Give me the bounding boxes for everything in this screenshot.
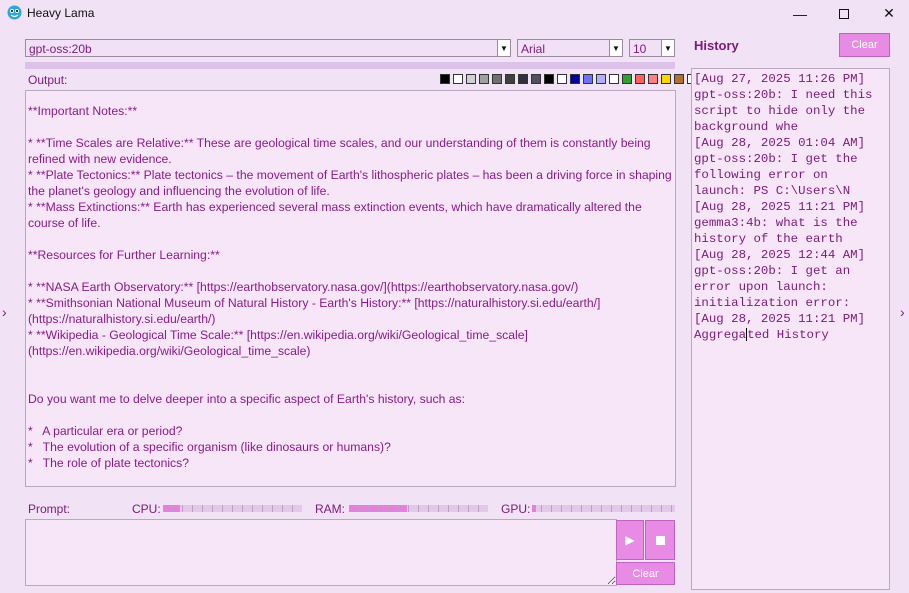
color-swatch[interactable] <box>531 74 541 84</box>
cpu-meter <box>163 505 302 512</box>
color-swatch[interactable] <box>466 74 476 84</box>
send-button[interactable]: ▶ <box>616 520 644 560</box>
history-last-part-b: ted History <box>747 328 829 342</box>
minimize-icon: — <box>793 5 807 22</box>
chevron-down-icon[interactable]: ▼ <box>661 40 674 56</box>
clear-history-button[interactable]: Clear <box>839 33 890 57</box>
color-swatch[interactable] <box>583 74 593 84</box>
color-swatch[interactable] <box>570 74 580 84</box>
cpu-meter-ticks <box>163 505 302 512</box>
history-item-line[interactable]: launch: PS C:\Users\N <box>694 183 887 199</box>
history-last-part-a: Aggrega <box>694 328 747 342</box>
font-select-value: Arial <box>521 42 546 56</box>
cpu-label: CPU: <box>132 502 161 516</box>
close-button[interactable]: ✕ <box>866 0 909 27</box>
gpu-meter-ticks <box>532 505 675 512</box>
color-swatch[interactable] <box>635 74 645 84</box>
output-text-area[interactable]: **Important Notes:** * **Time Scales are… <box>25 90 676 487</box>
history-item-line[interactable]: [Aug 27, 2025 11:26 PM] <box>694 71 887 87</box>
history-item-line[interactable]: [Aug 28, 2025 11:21 PM] <box>694 311 887 327</box>
history-item-line[interactable]: initialization error: <box>694 295 887 311</box>
history-item-line[interactable]: gemma3:4b: what is the <box>694 215 887 231</box>
color-swatch[interactable] <box>596 74 606 84</box>
ram-label: RAM: <box>315 502 345 516</box>
history-item-line[interactable]: error upon launch: <box>694 279 887 295</box>
history-item-line[interactable]: following error on <box>694 167 887 183</box>
llama-icon <box>7 5 22 20</box>
history-item-line[interactable]: gpt-oss:20b: I get the <box>694 151 887 167</box>
progress-strip <box>25 62 675 69</box>
history-item-last[interactable]: Aggregated History <box>694 327 887 343</box>
color-swatch[interactable] <box>453 74 463 84</box>
font-size-select[interactable]: 10 ▼ <box>629 39 675 57</box>
stop-icon <box>655 535 665 545</box>
color-swatch[interactable] <box>440 74 450 84</box>
ram-meter <box>349 505 488 512</box>
play-icon: ▶ <box>625 533 635 547</box>
color-swatch[interactable] <box>518 74 528 84</box>
color-swatch[interactable] <box>609 74 619 84</box>
font-select[interactable]: Arial ▼ <box>517 39 623 57</box>
history-item-line[interactable]: script to hide only the <box>694 103 887 119</box>
ram-meter-ticks <box>349 505 488 512</box>
history-title: History <box>694 38 739 53</box>
clear-prompt-button[interactable]: Clear <box>616 562 675 585</box>
color-swatch[interactable] <box>505 74 515 84</box>
history-item-line[interactable]: [Aug 28, 2025 12:44 AM] <box>694 247 887 263</box>
chevron-down-icon[interactable]: ▼ <box>609 40 622 56</box>
minimize-button[interactable]: — <box>777 0 823 27</box>
close-icon: ✕ <box>883 5 895 21</box>
collapse-left-icon[interactable]: › <box>2 304 7 320</box>
model-select[interactable]: gpt-oss:20b ▼ <box>25 39 511 57</box>
color-swatch[interactable] <box>492 74 502 84</box>
color-swatch[interactable] <box>557 74 567 84</box>
expand-right-icon[interactable]: › <box>900 304 905 320</box>
color-swatch[interactable] <box>544 74 554 84</box>
output-label: Output: <box>28 73 68 87</box>
history-item-line[interactable]: [Aug 28, 2025 01:04 AM] <box>694 135 887 151</box>
history-item-line[interactable]: gpt-oss:20b: I get an <box>694 263 887 279</box>
prompt-input[interactable] <box>25 519 617 586</box>
window-title: Heavy Lama <box>27 6 95 20</box>
title-bar: Heavy Lama — ✕ <box>0 0 909 27</box>
maximize-button[interactable] <box>821 0 867 27</box>
chevron-down-icon[interactable]: ▼ <box>497 40 510 56</box>
history-item-line[interactable]: gpt-oss:20b: I need this <box>694 87 887 103</box>
color-swatch[interactable] <box>661 74 671 84</box>
history-item-line[interactable]: history of the earth <box>694 231 887 247</box>
color-swatch-bar <box>440 74 697 84</box>
history-list[interactable]: [Aug 27, 2025 11:26 PM] gpt-oss:20b: I ne… <box>691 68 890 590</box>
gpu-label: GPU: <box>501 502 531 516</box>
model-select-value: gpt-oss:20b <box>29 42 92 56</box>
maximize-icon <box>839 8 849 19</box>
color-swatch[interactable] <box>479 74 489 84</box>
stop-button[interactable] <box>645 520 675 560</box>
gpu-meter <box>532 505 675 512</box>
color-swatch[interactable] <box>622 74 632 84</box>
color-swatch[interactable] <box>648 74 658 84</box>
history-item-line[interactable]: background whe <box>694 119 887 135</box>
prompt-label: Prompt: <box>28 502 71 516</box>
history-item-line[interactable]: [Aug 28, 2025 11:21 PM] <box>694 199 887 215</box>
color-swatch[interactable] <box>674 74 684 84</box>
font-size-value: 10 <box>633 42 647 56</box>
